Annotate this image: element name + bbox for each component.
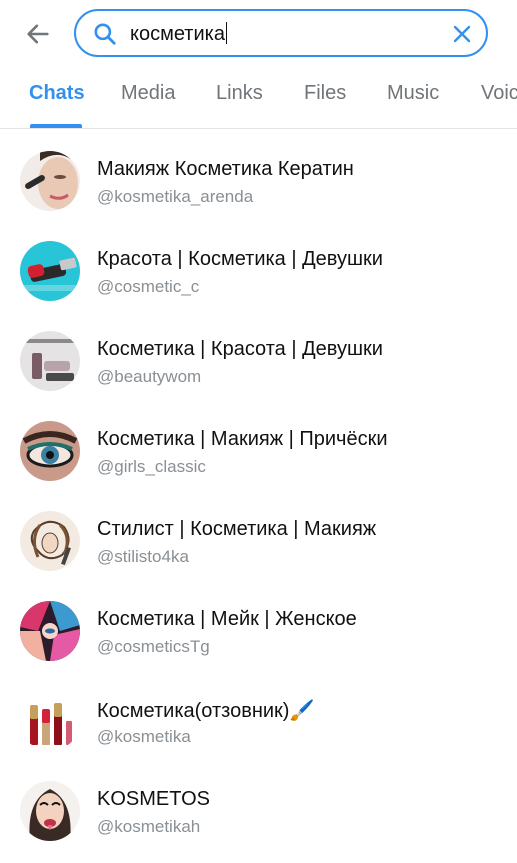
chat-username: @girls_classic xyxy=(97,457,206,476)
chat-title: Косметика | Мейк | Женское xyxy=(97,608,357,630)
search-icon xyxy=(94,23,116,45)
avatar xyxy=(20,511,80,571)
search-input[interactable]: косметика xyxy=(130,22,227,46)
avatar xyxy=(20,781,80,841)
tab-voice[interactable]: Voic xyxy=(481,82,517,105)
list-item[interactable]: Стилист | Косметика | Макияж @stilisto4k… xyxy=(0,489,517,579)
tab-files[interactable]: Files xyxy=(304,82,346,105)
chat-username: @kosmetika xyxy=(97,727,191,746)
tab-media[interactable]: Media xyxy=(121,82,175,105)
back-button[interactable] xyxy=(16,14,60,54)
chat-username: @cosmeticsTg xyxy=(97,637,210,656)
list-item[interactable]: Красота | Косметика | Девушки @cosmetic_… xyxy=(0,219,517,309)
top-bar: косметика xyxy=(0,0,517,70)
chat-title: Косметика | Макияж | Причёски xyxy=(97,428,388,450)
search-field[interactable]: косметика xyxy=(74,9,488,57)
list-item[interactable]: Косметика | Мейк | Женское @cosmeticsTg xyxy=(0,579,517,669)
list-item[interactable]: Косметика | Красота | Девушки @beautywom xyxy=(0,309,517,399)
avatar xyxy=(20,691,80,751)
close-icon[interactable] xyxy=(450,22,474,46)
tab-bar: Chats Media Links Files Music Voic xyxy=(0,70,517,129)
chat-username: @stilisto4ka xyxy=(97,547,189,566)
list-item[interactable]: Макияж Косметика Кератин @kosmetika_aren… xyxy=(0,129,517,219)
text-caret xyxy=(225,22,227,44)
chat-title: Красота | Косметика | Девушки xyxy=(97,248,383,270)
tab-links[interactable]: Links xyxy=(216,82,263,105)
avatar xyxy=(20,601,80,661)
chat-title: Косметика | Красота | Девушки xyxy=(97,338,383,360)
active-tab-indicator xyxy=(30,124,82,128)
chat-title: Макияж Косметика Кератин xyxy=(97,158,354,180)
avatar xyxy=(20,331,80,391)
chat-username: @beautywom xyxy=(97,367,202,386)
list-item[interactable]: Косметика(отзовник)🖌️ @kosmetika xyxy=(0,669,517,759)
arrow-left-icon xyxy=(27,24,49,44)
chat-username: @kosmetikah xyxy=(97,817,201,836)
list-item[interactable]: KOSMETOS @kosmetikah xyxy=(0,759,517,849)
search-query-text: косметика xyxy=(130,23,225,45)
avatar xyxy=(20,241,80,301)
chat-username: @kosmetika_arenda xyxy=(97,187,254,206)
avatar xyxy=(20,421,80,481)
chat-title: Косметика(отзовник)🖌️ xyxy=(97,700,315,722)
list-item[interactable]: Косметика | Макияж | Причёски @girls_cla… xyxy=(0,399,517,489)
chat-username: @cosmetic_c xyxy=(97,277,200,296)
tab-chats[interactable]: Chats xyxy=(29,82,85,105)
avatar xyxy=(20,151,80,211)
chat-title: KOSMETOS xyxy=(97,788,210,810)
chat-title: Стилист | Косметика | Макияж xyxy=(97,518,377,540)
tab-music[interactable]: Music xyxy=(387,82,439,105)
